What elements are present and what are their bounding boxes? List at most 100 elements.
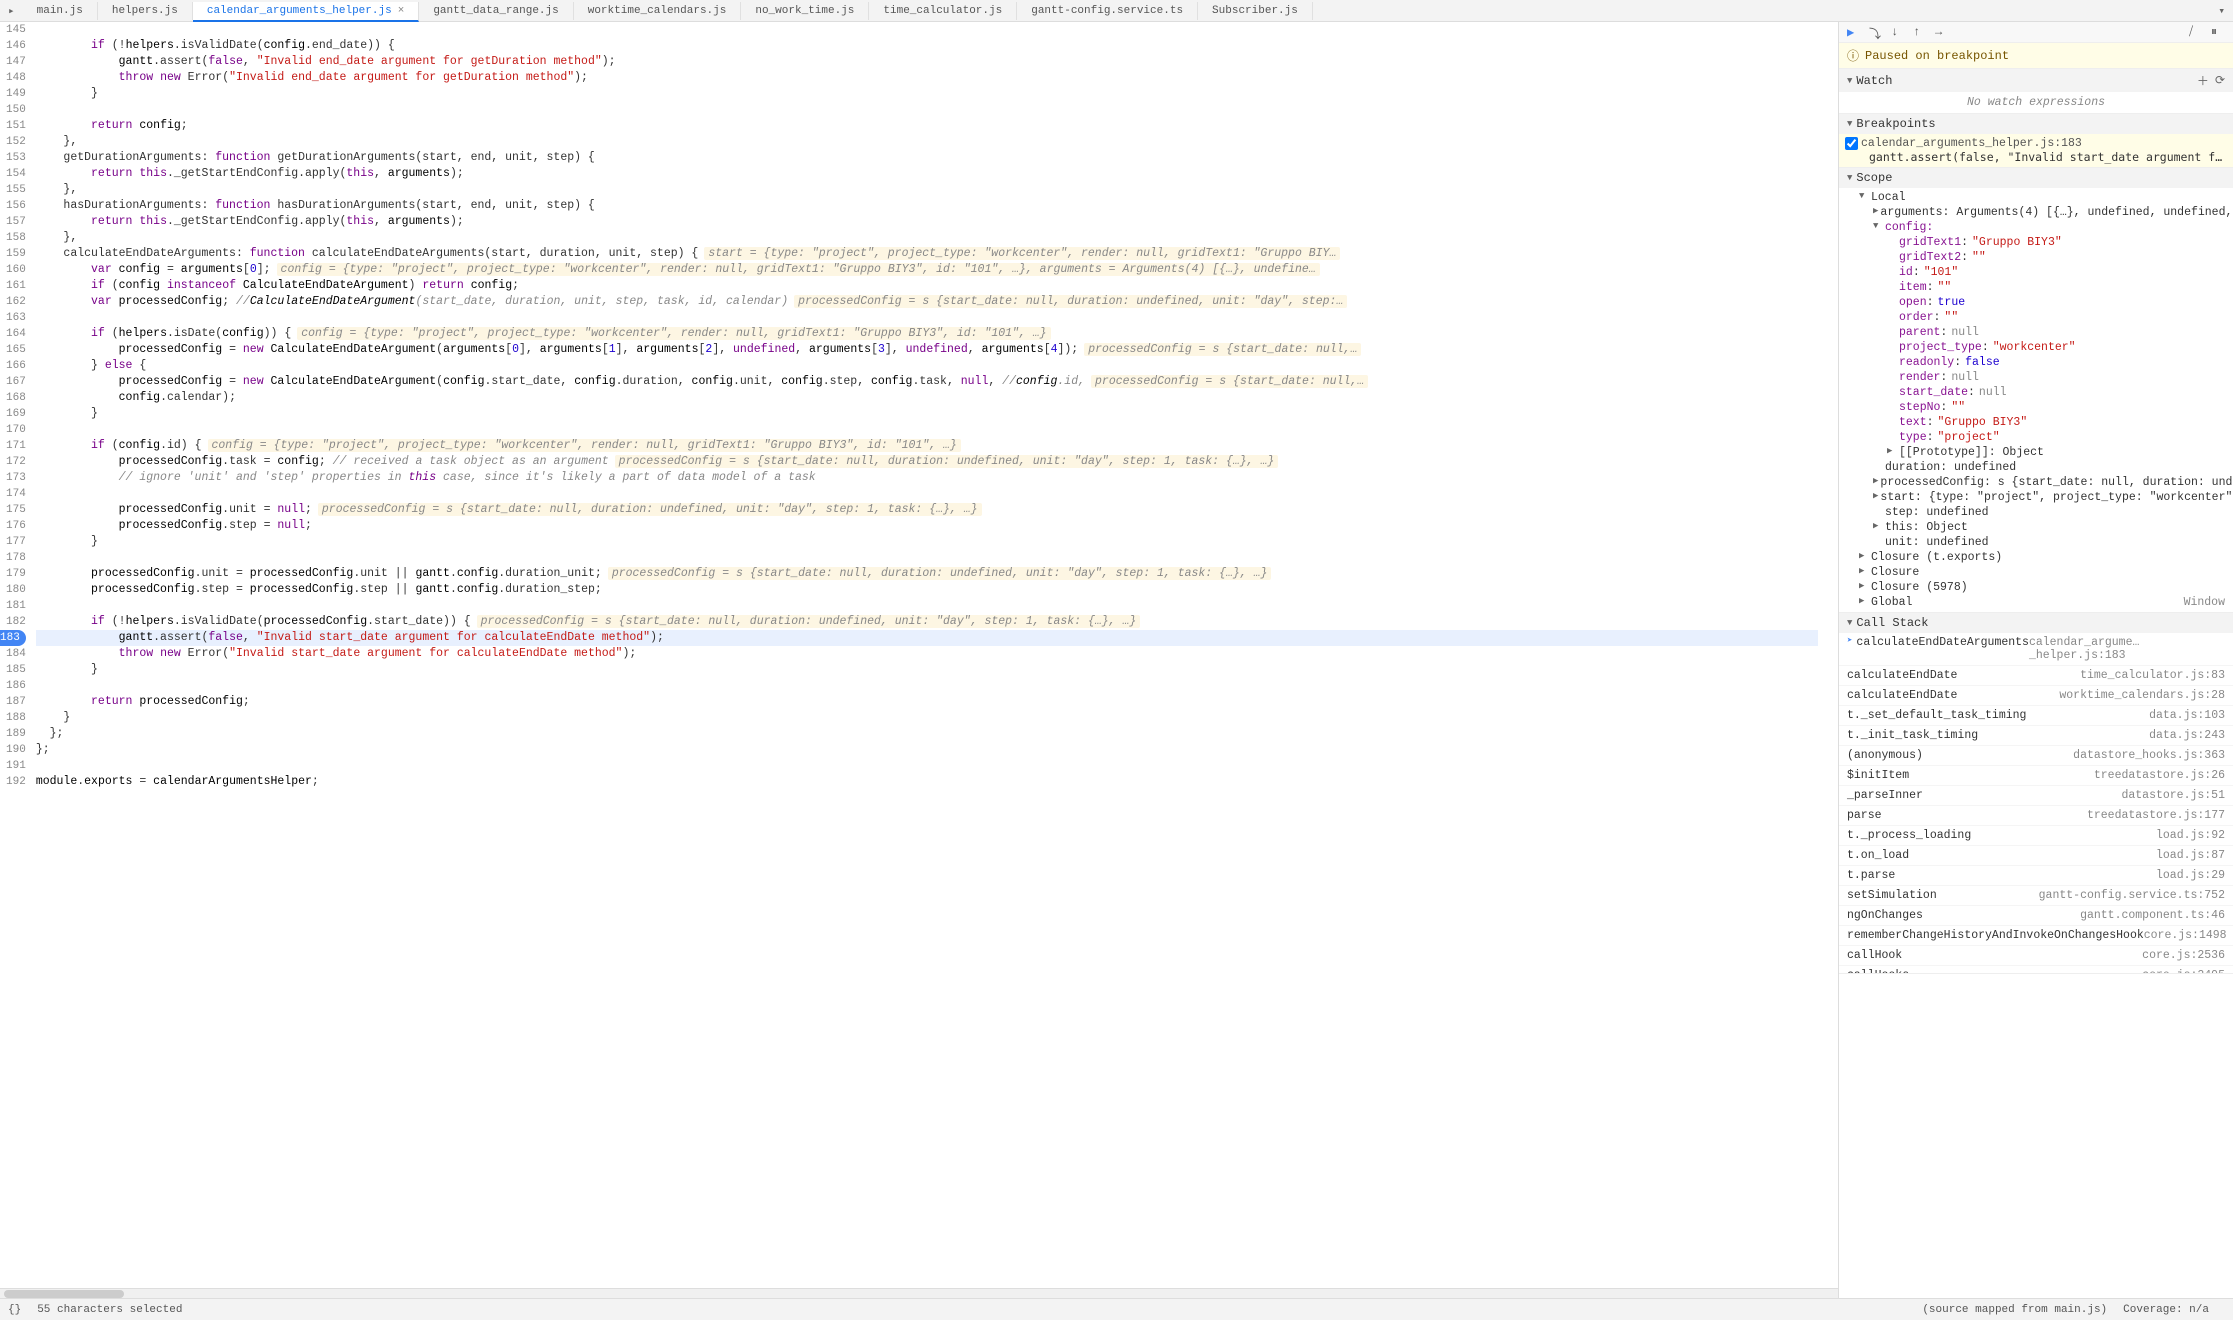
line-number[interactable]: 155 — [6, 182, 26, 198]
editor-tab[interactable]: worktime_calendars.js — [574, 2, 742, 20]
line-number[interactable]: 153 — [6, 150, 26, 166]
code-line[interactable] — [36, 486, 1818, 502]
expand-icon[interactable] — [1887, 281, 1897, 294]
callstack-frame[interactable]: t._set_default_task_timingdata.js:103 — [1839, 706, 2233, 726]
line-number[interactable]: 158 — [6, 230, 26, 246]
watch-section-header[interactable]: ▼ Watch ＋ ⟳ — [1839, 69, 2233, 92]
callstack-frame[interactable]: callHookcore.js:2536 — [1839, 946, 2233, 966]
scope-prop[interactable]: render: null — [1839, 370, 2233, 385]
deactivate-breakpoints-icon[interactable]: ⧸ — [2189, 25, 2203, 39]
breakpoints-section-header[interactable]: ▼ Breakpoints — [1839, 114, 2233, 134]
expand-icon[interactable]: ▶ — [1887, 446, 1897, 459]
editor-tab[interactable]: calendar_arguments_helper.js× — [193, 2, 419, 22]
code-line[interactable]: gantt.assert(false, "Invalid start_date … — [36, 630, 1818, 646]
line-number[interactable]: 152 — [6, 134, 26, 150]
code-line[interactable]: config.calendar); — [36, 390, 1818, 406]
code-line[interactable] — [36, 422, 1818, 438]
scope-row[interactable]: step: undefined — [1839, 505, 2233, 520]
editor-tab[interactable]: Subscriber.js — [1198, 2, 1313, 20]
line-number[interactable]: 181 — [6, 598, 26, 614]
code-line[interactable]: }, — [36, 182, 1818, 198]
scope-prop[interactable]: item: "" — [1839, 280, 2233, 295]
scope-local[interactable]: ▼Local — [1839, 190, 2233, 205]
expand-icon[interactable] — [1887, 401, 1897, 414]
line-number[interactable]: 163 — [6, 310, 26, 326]
callstack-frame[interactable]: ngOnChangesgantt.component.ts:46 — [1839, 906, 2233, 926]
line-number[interactable]: 156 — [6, 198, 26, 214]
code-line[interactable]: if (!helpers.isValidDate(config.end_date… — [36, 38, 1818, 54]
editor-tab[interactable]: no_work_time.js — [741, 2, 869, 20]
editor-tab[interactable]: time_calculator.js — [869, 2, 1017, 20]
line-number[interactable]: 170 — [6, 422, 26, 438]
line-number[interactable]: 154 — [6, 166, 26, 182]
scrollbar-thumb[interactable] — [4, 1290, 124, 1298]
line-number[interactable]: 151 — [6, 118, 26, 134]
line-number[interactable]: 185 — [6, 662, 26, 678]
expand-icon[interactable] — [1887, 386, 1897, 399]
callstack-frame[interactable]: calculateEndDatetime_calculator.js:83 — [1839, 666, 2233, 686]
scope-prop[interactable]: order: "" — [1839, 310, 2233, 325]
line-number[interactable]: 190 — [6, 742, 26, 758]
resume-icon[interactable]: ▶ — [1847, 25, 1861, 39]
tabs-overflow-icon[interactable]: ▾ — [2210, 4, 2233, 18]
breakpoint-checkbox[interactable] — [1845, 137, 1858, 150]
code-line[interactable]: // ignore 'unit' and 'step' properties i… — [36, 470, 1818, 486]
expand-icon[interactable] — [1887, 326, 1897, 339]
code-line[interactable]: }, — [36, 230, 1818, 246]
code-line[interactable]: gantt.assert(false, "Invalid end_date ar… — [36, 54, 1818, 70]
callstack-frame[interactable]: $initItemtreedatastore.js:26 — [1839, 766, 2233, 786]
scope-prop[interactable]: type: "project" — [1839, 430, 2233, 445]
line-number[interactable]: 174 — [6, 486, 26, 502]
line-number[interactable]: 188 — [6, 710, 26, 726]
scope-prop[interactable]: readonly: false — [1839, 355, 2233, 370]
expand-icon[interactable] — [1873, 461, 1883, 474]
scope-row[interactable]: ▶start: {type: "project", project_type: … — [1839, 490, 2233, 505]
line-number[interactable]: 173 — [6, 470, 26, 486]
expand-icon[interactable]: ▶ — [1873, 521, 1883, 534]
line-number[interactable]: 177 — [6, 534, 26, 550]
expand-icon[interactable]: ▶ — [1873, 476, 1878, 489]
step-into-icon[interactable]: ↓ — [1891, 25, 1905, 39]
code-line[interactable]: throw new Error("Invalid start_date argu… — [36, 646, 1818, 662]
code-line[interactable]: if (config.id) {config = {type: "project… — [36, 438, 1818, 454]
line-number[interactable]: 147 — [6, 54, 26, 70]
code-line[interactable]: var config = arguments[0];config = {type… — [36, 262, 1818, 278]
code-line[interactable] — [36, 310, 1818, 326]
step-over-icon[interactable]: ⤵ — [1869, 25, 1883, 39]
callstack-section-header[interactable]: ▼ Call Stack — [1839, 613, 2233, 633]
scope-row[interactable]: duration: undefined — [1839, 460, 2233, 475]
expand-icon[interactable]: ▶ — [1859, 566, 1869, 579]
line-number[interactable]: 191 — [6, 758, 26, 774]
scope-prop[interactable]: open: true — [1839, 295, 2233, 310]
callstack-frame[interactable]: t._process_loadingload.js:92 — [1839, 826, 2233, 846]
callstack-frame[interactable]: setSimulationgantt-config.service.ts:752 — [1839, 886, 2233, 906]
line-number[interactable]: 146 — [6, 38, 26, 54]
code-line[interactable]: module.exports = calendarArgumentsHelper… — [36, 774, 1818, 790]
code-line[interactable]: } — [36, 710, 1818, 726]
scope-closure[interactable]: ▶Closure (5978) — [1839, 580, 2233, 595]
scope-closure[interactable]: ▶Closure — [1839, 565, 2233, 580]
expand-icon[interactable] — [1873, 506, 1883, 519]
line-number[interactable]: 189 — [6, 726, 26, 742]
scope-prop[interactable]: id: "101" — [1839, 265, 2233, 280]
step-icon[interactable]: → — [1935, 25, 1949, 39]
scope-row[interactable]: ▶arguments: Arguments(4) [{…}, undefined… — [1839, 205, 2233, 220]
editor-tab[interactable]: main.js — [23, 2, 98, 20]
code-line[interactable]: throw new Error("Invalid end_date argume… — [36, 70, 1818, 86]
line-number[interactable]: 166 — [6, 358, 26, 374]
expand-icon[interactable] — [1887, 266, 1897, 279]
expand-icon[interactable] — [1887, 356, 1897, 369]
scope-prop[interactable]: project_type: "workcenter" — [1839, 340, 2233, 355]
callstack-frame[interactable]: rememberChangeHistoryAndInvokeOnChangesH… — [1839, 926, 2233, 946]
editor-tab[interactable]: helpers.js — [98, 2, 193, 20]
scope-prop[interactable]: stepNo: "" — [1839, 400, 2233, 415]
code-line[interactable]: processedConfig = new CalculateEndDateAr… — [36, 342, 1818, 358]
code-line[interactable]: if (!helpers.isValidDate(processedConfig… — [36, 614, 1818, 630]
line-number[interactable]: 169 — [6, 406, 26, 422]
callstack-frame[interactable]: calculateEndDateworktime_calendars.js:28 — [1839, 686, 2233, 706]
editor-tab[interactable]: gantt-config.service.ts — [1017, 2, 1198, 20]
line-number[interactable]: 179 — [6, 566, 26, 582]
scope-section-header[interactable]: ▼ Scope — [1839, 168, 2233, 188]
line-number[interactable]: 184 — [6, 646, 26, 662]
code-line[interactable]: return this._getStartEndConfig.apply(thi… — [36, 166, 1818, 182]
